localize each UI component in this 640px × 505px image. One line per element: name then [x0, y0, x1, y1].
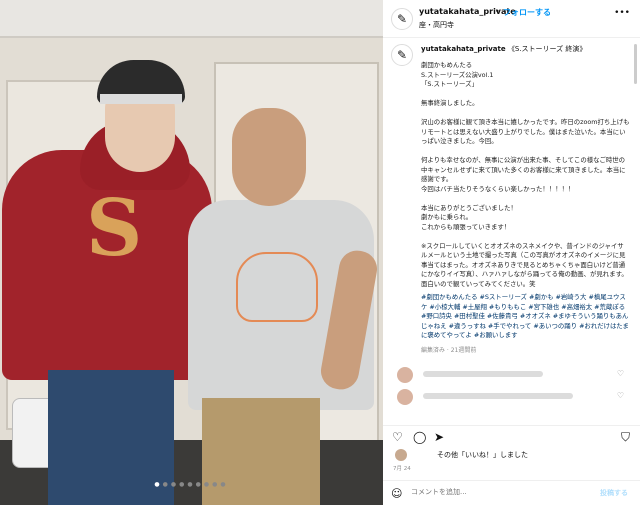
photo-ceiling: [0, 0, 383, 38]
heart-icon[interactable]: ♡: [392, 430, 403, 444]
carousel-dots: ●●●●●●●●●: [154, 481, 229, 488]
more-icon[interactable]: •••: [614, 8, 630, 18]
caption-title: 《S.ストーリーズ 終演》: [507, 45, 587, 53]
comment-like-icon[interactable]: ♡: [617, 369, 624, 378]
comment-bar: ☺ 投稿する: [383, 480, 640, 505]
emoji-icon[interactable]: ☺: [391, 487, 402, 500]
likes-row: その他「いいね！」しました: [383, 448, 640, 462]
tshirt-print: [236, 252, 318, 322]
caption-meta: 編集済み · 21週間前: [421, 346, 477, 354]
khaki-pants: [202, 398, 320, 505]
post-photo[interactable]: S ●●●●●●●●●: [0, 0, 383, 505]
liker-avatar[interactable]: [395, 449, 407, 461]
hoodie-s-print: S: [86, 183, 143, 274]
post-header: ✎ yutatakahata_private • フォローする 座・高円寺 ••…: [383, 0, 640, 38]
comment-like-icon[interactable]: ♡: [617, 391, 624, 400]
location-link[interactable]: 座・高円寺: [419, 20, 454, 30]
caption-username[interactable]: yutatakahata_private: [421, 45, 506, 53]
caption-header: yutatakahata_private 《S.ストーリーズ 終演》: [421, 44, 630, 55]
post-comment-button[interactable]: 投稿する: [600, 488, 628, 498]
commenter-avatar[interactable]: [397, 389, 413, 405]
comment-input[interactable]: [411, 488, 561, 496]
follow-button[interactable]: フォローする: [503, 7, 551, 18]
post-date: 7月 24: [393, 466, 411, 472]
action-bar: ♡ ◯ ➤ ⛉: [383, 425, 640, 447]
profile-avatar[interactable]: ✎: [391, 8, 413, 30]
comment-icon[interactable]: ◯: [413, 430, 426, 444]
comment-item: ♡: [391, 386, 632, 408]
commenter-avatar[interactable]: [397, 367, 413, 383]
share-icon[interactable]: ➤: [434, 430, 444, 444]
comment-redacted: [423, 371, 543, 377]
likes-text[interactable]: その他「いいね！」しました: [437, 450, 528, 460]
comment-redacted: [423, 393, 573, 399]
caption-avatar[interactable]: ✎: [391, 44, 413, 66]
comment-list: ♡ ♡: [383, 364, 640, 424]
caption-body: 劇団かもめんたる S.ストーリーズ公演vol.1 「S.ストーリーズ」 無事終演…: [421, 61, 630, 288]
comment-item: ♡: [391, 364, 632, 386]
header-username[interactable]: yutatakahata_private: [419, 7, 516, 16]
instagram-post-view: S ●●●●●●●●● ✎ yutatakahata_private • フォロ…: [0, 0, 640, 505]
caption-area: ✎ yutatakahata_private 《S.ストーリーズ 終演》 劇団か…: [383, 38, 640, 358]
bookmark-icon[interactable]: ⛉: [621, 430, 630, 444]
post-side-panel: ✎ yutatakahata_private • フォローする 座・高円寺 ••…: [383, 0, 640, 505]
face-right: [232, 108, 306, 206]
caption-scrollbar[interactable]: [634, 44, 637, 84]
headband: [100, 94, 182, 104]
header-separator: •: [495, 7, 500, 16]
caption-hashtags[interactable]: #劇団かもめんたる #Sストーリーズ #劇かも #岩崎う大 #槙尾ユウスケ #小…: [421, 293, 630, 341]
